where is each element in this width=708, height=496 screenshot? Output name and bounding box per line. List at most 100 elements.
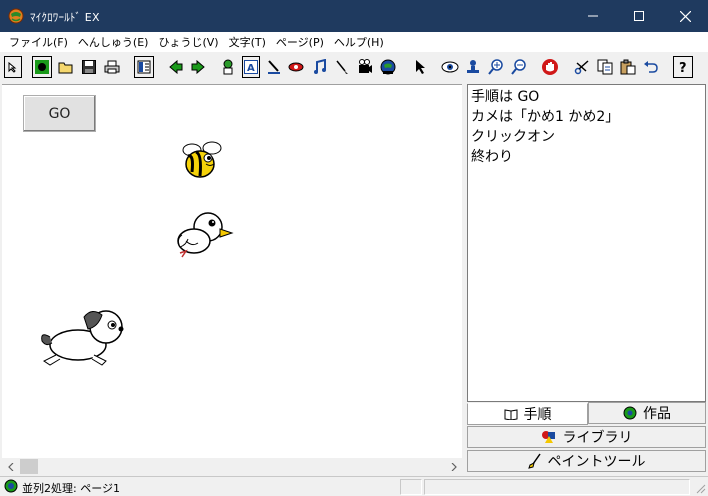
paint-tool-label: ペイントツール [547, 454, 646, 470]
eye-mask-icon [288, 62, 304, 72]
status-text: 並列2処理: ページ1 [22, 482, 120, 495]
menu-file[interactable]: ファイル(F) [4, 34, 73, 50]
maximize-icon [634, 11, 644, 21]
library-shapes-icon [541, 431, 555, 443]
toolbar-brush-button[interactable] [332, 56, 352, 78]
toolbar-paste-button[interactable] [618, 56, 638, 78]
toolbar-arrow-button[interactable] [410, 56, 430, 78]
film-icon [359, 59, 372, 73]
close-button[interactable] [662, 0, 708, 32]
toolbar-pointer-button[interactable] [4, 56, 22, 78]
tab-works-label: 作品 [643, 406, 671, 422]
menu-text[interactable]: 文字(T) [224, 34, 271, 50]
paint-brush-icon [336, 60, 348, 74]
script-line: 終わり [471, 149, 513, 165]
toolbar-copy-button[interactable] [595, 56, 615, 78]
stop-hand-icon [542, 59, 558, 75]
library-button[interactable]: ライブラリ [467, 426, 706, 448]
scroll-right-button[interactable] [445, 458, 462, 475]
script-editor[interactable]: 手順は GO カメは「かめ1 かめ2」 クリックオン 終わり [467, 84, 706, 402]
library-label: ライブラリ [562, 430, 633, 446]
scroll-left-button[interactable] [2, 458, 19, 475]
toolbar-help-button[interactable]: ? [673, 56, 693, 78]
toolbar-music-button[interactable] [310, 56, 330, 78]
minimize-icon [588, 15, 598, 17]
status-globe-icon [4, 479, 18, 493]
toolbar-view-button[interactable] [440, 56, 460, 78]
toolbar-prev-page-button[interactable] [166, 56, 186, 78]
resize-grip-icon[interactable] [694, 482, 706, 494]
svg-text:A: A [247, 63, 255, 74]
save-icon [82, 60, 96, 74]
open-folder-icon [58, 62, 73, 74]
status-pane [424, 479, 690, 495]
close-icon [679, 10, 691, 22]
tab-works[interactable]: 作品 [588, 402, 706, 424]
view-eye-icon [441, 61, 459, 73]
stamp-icon [467, 60, 479, 73]
bird-sprite[interactable] [172, 205, 236, 263]
text-icon: A [244, 60, 258, 74]
scroll-thumb[interactable] [20, 459, 38, 474]
menu-help[interactable]: ヘルプ(H) [329, 34, 389, 50]
chevron-right-icon [451, 462, 457, 471]
toolbar-list-button[interactable] [134, 56, 154, 78]
toolbar-pen-button[interactable] [264, 56, 284, 78]
tab-procedure-label: 手順 [523, 407, 552, 423]
help-icon: ? [679, 61, 687, 74]
toolbar-zoom-in-button[interactable] [486, 56, 506, 78]
window-title: ﾏｲｸﾛﾜｰﾙﾄﾞ EX [30, 11, 100, 24]
svg-text:?: ? [679, 61, 687, 74]
copy-icon [597, 59, 613, 75]
menu-edit[interactable]: へんしゅう(E) [73, 34, 154, 50]
tab-procedure[interactable]: 手順 [467, 403, 588, 425]
list-icon [137, 60, 151, 74]
status-pane [400, 479, 422, 495]
toolbar-globe-button[interactable] [378, 56, 398, 78]
toolbar-cut-button[interactable] [572, 56, 592, 78]
zoom-out-icon [511, 59, 526, 75]
menu-page[interactable]: ページ(P) [271, 34, 329, 50]
toolbar-text-button[interactable]: A [242, 56, 260, 78]
toolbar-stop-button[interactable] [540, 56, 560, 78]
script-line: 手順は GO [471, 89, 540, 105]
toolbar-zoom-out-button[interactable] [509, 56, 529, 78]
undo-icon [644, 61, 658, 73]
toolbar-world-button[interactable] [32, 56, 52, 78]
chevron-left-icon [7, 462, 13, 471]
globe-icon [380, 59, 396, 75]
toolbar-stamp-button[interactable] [463, 56, 483, 78]
arrow-cursor-icon [416, 60, 425, 74]
stage-canvas[interactable]: GO [2, 84, 462, 458]
toolbar-next-page-button[interactable] [188, 56, 208, 78]
toolbar-mask-button[interactable] [286, 56, 306, 78]
paint-brush-small-icon [527, 453, 541, 469]
zoom-in-icon [488, 59, 503, 75]
minimize-button[interactable] [570, 0, 616, 32]
book-icon [504, 409, 517, 420]
toolbar-print-button[interactable] [102, 56, 122, 78]
toolbar-film-button[interactable] [355, 56, 375, 78]
toolbar-open-button[interactable] [56, 56, 76, 78]
go-button[interactable]: GO [23, 95, 96, 132]
toolbar-save-button[interactable] [79, 56, 99, 78]
script-line: クリックオン [471, 129, 555, 145]
maximize-button[interactable] [616, 0, 662, 32]
toolbar-undo-button[interactable] [641, 56, 661, 78]
menu-bar: ファイル(F) へんしゅう(E) ひょうじ(V) 文字(T) ページ(P) ヘル… [0, 32, 708, 52]
paint-tool-button[interactable]: ペイントツール [467, 450, 706, 472]
world-icon [35, 60, 49, 74]
toolbar-character-button[interactable] [218, 56, 238, 78]
toolbar: A ? [0, 52, 708, 82]
character-icon [223, 59, 233, 75]
menu-view[interactable]: ひょうじ(V) [153, 34, 223, 50]
dog-sprite[interactable] [36, 307, 130, 367]
works-globe-icon [623, 406, 637, 420]
status-bar: 並列2処理: ページ1 [0, 476, 708, 496]
title-bar: ﾏｲｸﾛﾜｰﾙﾄﾞ EX [0, 0, 708, 32]
pen-icon [268, 60, 280, 74]
bee-sprite[interactable] [178, 140, 226, 182]
script-line: カメは「かめ1 かめ2」 [471, 109, 620, 125]
paste-icon [620, 59, 636, 75]
horizontal-scrollbar[interactable] [2, 458, 462, 475]
